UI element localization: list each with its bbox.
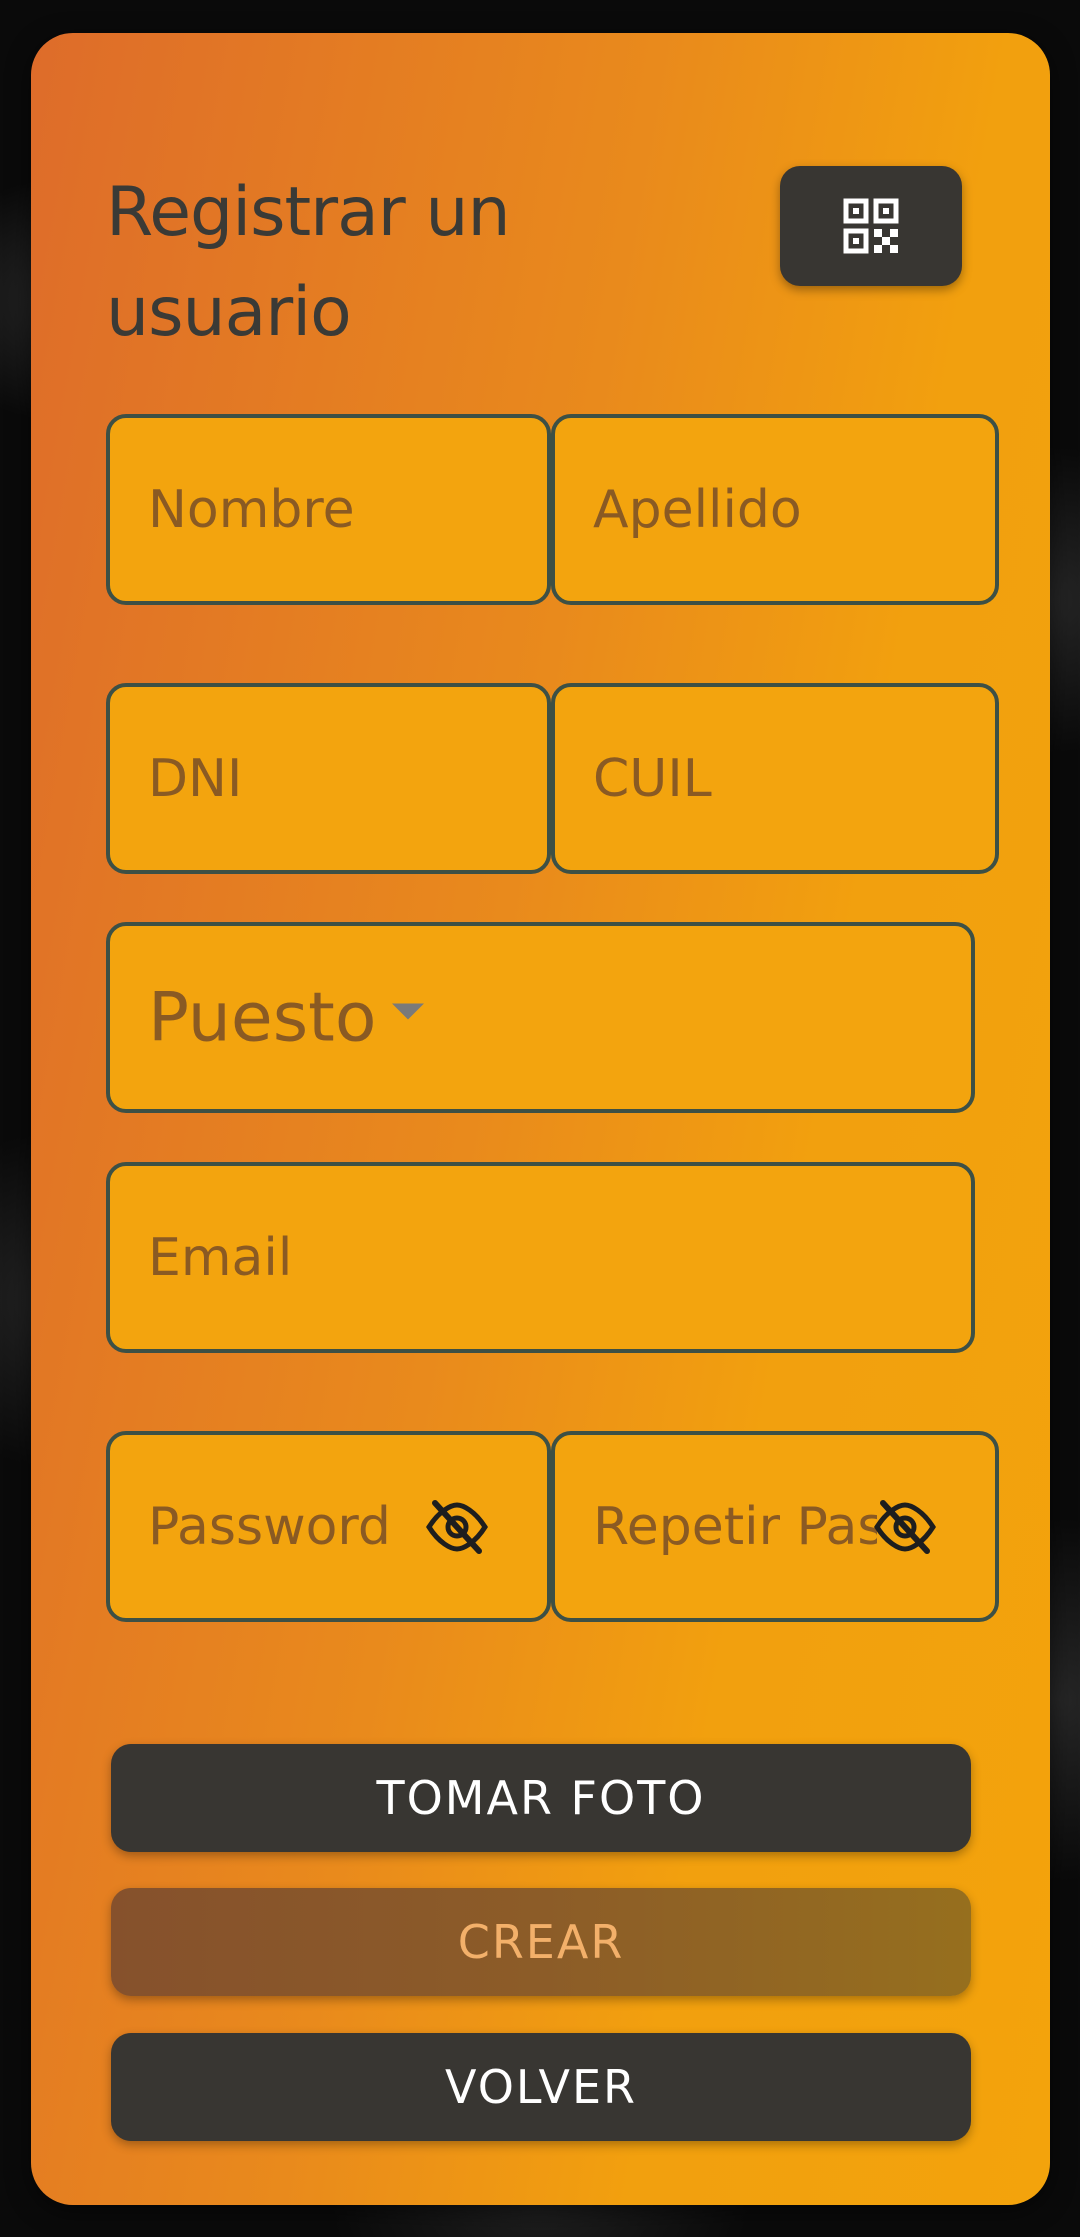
apellido-placeholder: Apellido xyxy=(593,479,802,540)
cuil-placeholder: CUIL xyxy=(593,748,712,809)
email-field[interactable]: Email xyxy=(106,1162,975,1353)
password-placeholder: Password xyxy=(148,1496,391,1557)
eye-off-icon[interactable] xyxy=(873,1499,937,1555)
repeat-password-placeholder: Repetir Password xyxy=(593,1496,877,1557)
nombre-placeholder: Nombre xyxy=(148,479,355,540)
puesto-label: Puesto xyxy=(148,978,377,1057)
password-field[interactable]: Password xyxy=(106,1431,551,1622)
dni-field[interactable]: DNI xyxy=(106,683,551,874)
qr-scan-button[interactable] xyxy=(780,166,962,286)
cuil-field[interactable]: CUIL xyxy=(551,683,999,874)
dropdown-arrow-icon xyxy=(392,1003,425,1020)
nombre-field[interactable]: Nombre xyxy=(106,414,551,605)
page-title: Registrar un usuario xyxy=(106,173,511,352)
qr-code-icon xyxy=(843,198,899,254)
take-photo-button[interactable]: TOMAR FOTO xyxy=(111,1744,971,1852)
puesto-select-value: Puesto xyxy=(148,978,425,1057)
create-button[interactable]: CREAR xyxy=(111,1888,971,1996)
eye-off-icon[interactable] xyxy=(425,1499,489,1555)
back-button[interactable]: VOLVER xyxy=(111,2033,971,2141)
repeat-password-field[interactable]: Repetir Password xyxy=(551,1431,999,1622)
email-placeholder: Email xyxy=(148,1227,293,1288)
dni-placeholder: DNI xyxy=(148,748,243,809)
apellido-field[interactable]: Apellido xyxy=(551,414,999,605)
puesto-select[interactable]: Puesto xyxy=(106,922,975,1113)
register-card: Registrar un usuario Nombre Apellido DNI… xyxy=(31,33,1050,2205)
